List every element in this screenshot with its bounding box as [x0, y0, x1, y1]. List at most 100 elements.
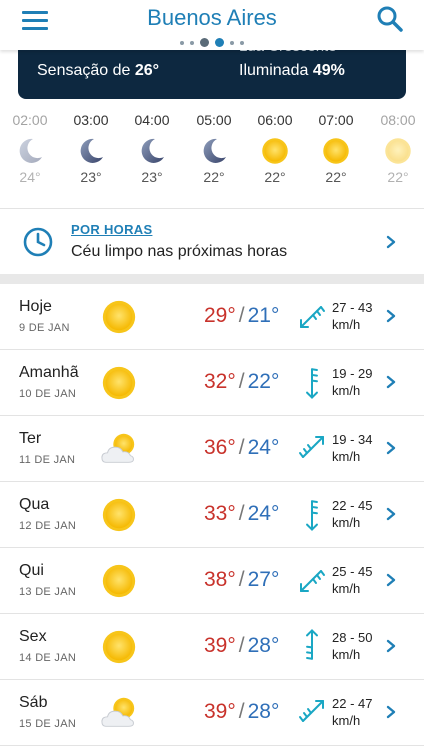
day-name: Hoje [19, 298, 52, 315]
wind-w-icon [292, 362, 332, 402]
temp-min: 28° [247, 700, 280, 723]
hour-time: 07:00 [318, 112, 354, 128]
wind-sw-icon [298, 302, 326, 330]
page-dot [230, 40, 234, 45]
wind-unit: km/h [332, 383, 361, 398]
page-title[interactable]: Buenos Aires [0, 5, 424, 31]
wind-speed: 19 - 29 km/h [332, 365, 372, 399]
day-row[interactable]: Hoje 9 DE JAN 29°/21° 27 - 43 km/h [0, 284, 424, 350]
temp-min: 22° [247, 370, 280, 393]
feels-like-label: Sensação de [37, 62, 135, 79]
day-row[interactable]: Sáb 15 DE JAN 39°/28° 22 - 47 km/h [0, 680, 424, 746]
day-name: Qua [19, 496, 50, 513]
sun-icon [260, 136, 290, 166]
temp-separator: / [238, 436, 245, 459]
feels-like-value: 26° [134, 62, 160, 79]
day-name: Amanhã [19, 364, 79, 381]
wind-range: 19 - 29 [332, 366, 373, 381]
sun-icon [100, 628, 138, 666]
day-name: Qui [19, 562, 44, 579]
temp-range: 39°/28° [204, 700, 279, 724]
wind-unit: km/h [332, 317, 361, 332]
day-name: Sex [19, 628, 47, 645]
temp-min: 21° [247, 304, 280, 327]
clock-icon [23, 227, 53, 257]
hour-temp: 22° [203, 169, 225, 185]
wind-w-icon [292, 494, 332, 534]
hour-item: 05:00 22° [184, 112, 244, 185]
wind-range: 28 - 50 [332, 630, 373, 645]
day-name: Sáb [19, 694, 48, 711]
hour-temp: 24° [19, 169, 41, 185]
wind-speed: 28 - 50 km/h [332, 629, 372, 663]
hour-item: 04:00 23° [122, 112, 182, 185]
top-app-bar: Buenos Aires [0, 0, 424, 50]
sun-cloud-icon [100, 430, 138, 468]
page-dot [190, 40, 194, 45]
temp-max: 39° [204, 634, 236, 657]
sun-icon [383, 136, 413, 166]
search-icon[interactable] [376, 5, 404, 33]
wind-speed: 22 - 45 km/h [332, 497, 372, 531]
wind-speed: 22 - 47 km/h [332, 695, 372, 729]
chevron-right-icon [385, 441, 397, 455]
wind-range: 27 - 43 [332, 300, 373, 315]
hour-temp: 22° [264, 169, 286, 185]
hour-item: 02:00 24° [0, 112, 60, 185]
day-date: 10 DE JAN [19, 388, 77, 400]
hourly-strip[interactable]: 02:00 24° 03:00 23° 04:00 23° 05:00 22° … [0, 112, 424, 192]
hour-time: 06:00 [257, 112, 293, 128]
day-row[interactable]: Ter 11 DE JAN 36°/24° 19 - 34 km/h [0, 416, 424, 482]
day-date: 12 DE JAN [19, 520, 77, 532]
day-name: Ter [19, 430, 42, 447]
sun-icon [100, 364, 138, 402]
wind-speed: 27 - 43 km/h [332, 299, 372, 333]
temp-max: 38° [204, 568, 236, 591]
day-date: 11 DE JAN [19, 454, 76, 466]
illumination-value: 49% [312, 62, 345, 79]
hour-temp: 23° [141, 169, 163, 185]
temp-max: 39° [204, 700, 236, 723]
temp-range: 29°/21° [204, 304, 279, 328]
daily-forecast-list: Hoje 9 DE JAN 29°/21° 27 - 43 km/h Amanhã… [0, 284, 424, 746]
wind-se-icon [298, 434, 326, 462]
wind-s-icon [292, 626, 332, 666]
temp-max: 33° [204, 502, 236, 525]
day-date: 13 DE JAN [19, 586, 77, 598]
hour-item: 08:00 22° [368, 112, 424, 185]
temp-range: 39°/28° [204, 634, 279, 658]
moon-icon [137, 136, 167, 166]
sun-icon [321, 136, 351, 166]
day-row[interactable]: Qui 13 DE JAN 38°/27° 25 - 45 km/h [0, 548, 424, 614]
por-horas-title[interactable]: POR HORAS [71, 222, 152, 237]
hour-temp: 22° [387, 169, 409, 185]
page-dot [240, 40, 244, 45]
chevron-right-icon [385, 235, 397, 249]
hourly-forecast-link[interactable]: POR HORAS Céu limpo nas próximas horas [0, 208, 424, 274]
page-indicator [0, 34, 424, 48]
hour-temp: 23° [80, 169, 102, 185]
day-row[interactable]: Sex 14 DE JAN 39°/28° 28 - 50 km/h [0, 614, 424, 680]
temp-separator: / [238, 370, 245, 393]
temp-separator: / [238, 568, 245, 591]
temp-range: 38°/27° [204, 568, 279, 592]
chevron-right-icon [385, 507, 397, 521]
day-date: 15 DE JAN [19, 718, 77, 730]
chevron-right-icon [385, 375, 397, 389]
hour-item: 06:00 22° [245, 112, 305, 185]
wind-unit: km/h [332, 449, 361, 464]
feels-like: Sensação de 26° [37, 62, 159, 80]
temp-range: 33°/24° [204, 502, 279, 526]
chevron-right-icon [385, 309, 397, 323]
page-dot [200, 38, 209, 48]
day-row[interactable]: Qua 12 DE JAN 33°/24° 22 - 45 km/h [0, 482, 424, 548]
wind-sw-icon [298, 566, 326, 594]
sun-icon [100, 562, 138, 600]
hour-item: 03:00 23° [61, 112, 121, 185]
hour-time: 05:00 [196, 112, 232, 128]
day-row[interactable]: Amanhã 10 DE JAN 32°/22° 19 - 29 km/h [0, 350, 424, 416]
por-horas-subtitle: Céu limpo nas próximas horas [71, 243, 288, 260]
temp-range: 36°/24° [204, 436, 279, 460]
sun-icon [100, 298, 138, 336]
moon-icon [76, 136, 106, 166]
